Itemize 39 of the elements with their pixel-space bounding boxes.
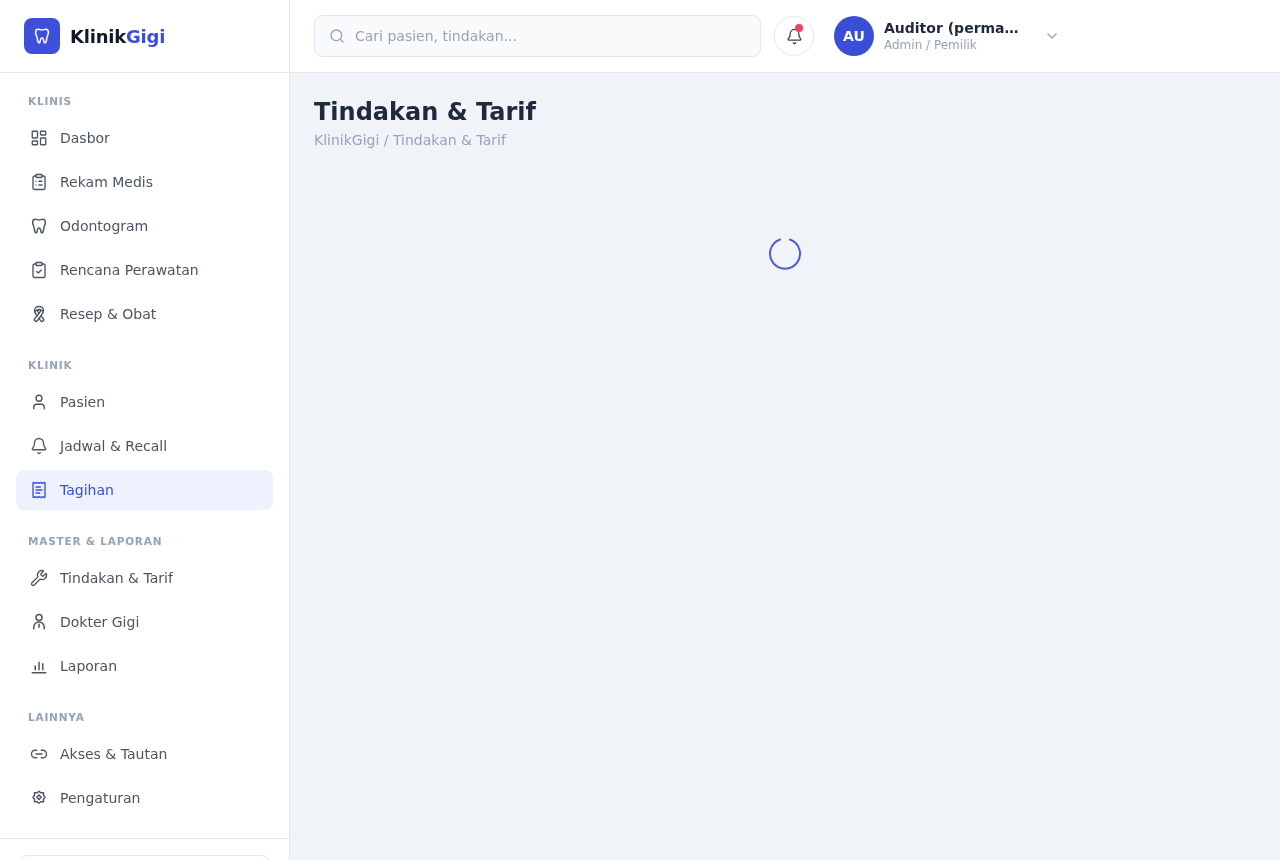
section-label: LAINNYA xyxy=(27,710,86,724)
person-icon xyxy=(30,613,48,631)
nav-item[interactable]: Akses & Tautan xyxy=(16,734,273,774)
brand-name: KlinikGigi xyxy=(70,25,166,47)
receipt-icon xyxy=(30,481,48,499)
nav-item[interactable]: Rekam Medis xyxy=(16,162,273,202)
user-menu[interactable]: AU Auditor (perma… Admin / Pemilik xyxy=(834,16,1060,56)
user-icon xyxy=(30,393,48,411)
user-role: Admin / Pemilik xyxy=(884,37,978,53)
search-field[interactable]: Cari pasien, tindakan... xyxy=(314,15,761,57)
tooth-logo-icon xyxy=(24,18,60,54)
nav-item[interactable]: Tagihan xyxy=(16,470,273,510)
dashboard-icon xyxy=(30,129,48,147)
search-icon xyxy=(329,28,345,44)
bell-icon xyxy=(785,27,803,45)
clipboard-icon xyxy=(30,173,48,191)
section-label: KLINIS xyxy=(27,94,73,108)
bell-icon xyxy=(30,437,48,455)
nav-item[interactable]: Rencana Perawatan xyxy=(16,250,273,290)
nav-item[interactable]: Odontogram xyxy=(16,206,273,246)
breadcrumb: KlinikGigi / Tindakan & Tarif xyxy=(314,131,506,150)
user-name: Auditor (perma… xyxy=(884,19,1020,37)
nav-item[interactable]: Laporan xyxy=(16,646,273,686)
nav-item[interactable]: Pengaturan xyxy=(16,778,273,818)
nav-item[interactable]: Dokter Gigi xyxy=(16,602,273,642)
section-label: KLINIK xyxy=(27,358,74,372)
clipboard-check-icon xyxy=(30,261,48,279)
avatar-initials: AU xyxy=(834,16,874,56)
wrench-icon xyxy=(30,569,48,587)
nav-item[interactable]: Resep & Obat xyxy=(16,294,273,334)
nav-item[interactable]: Dasbor xyxy=(16,118,273,158)
settings-icon xyxy=(30,789,48,807)
page-title: Tindakan & Tarif xyxy=(314,97,536,128)
tooth-icon xyxy=(30,217,48,235)
nav-item[interactable]: Pasien xyxy=(16,382,273,422)
notification-button[interactable] xyxy=(774,16,814,56)
section-label: MASTER & LAPORAN xyxy=(27,534,164,548)
nav-item[interactable]: Tindakan & Tarif xyxy=(16,558,273,598)
nav-item[interactable]: Jadwal & Recall xyxy=(16,426,273,466)
